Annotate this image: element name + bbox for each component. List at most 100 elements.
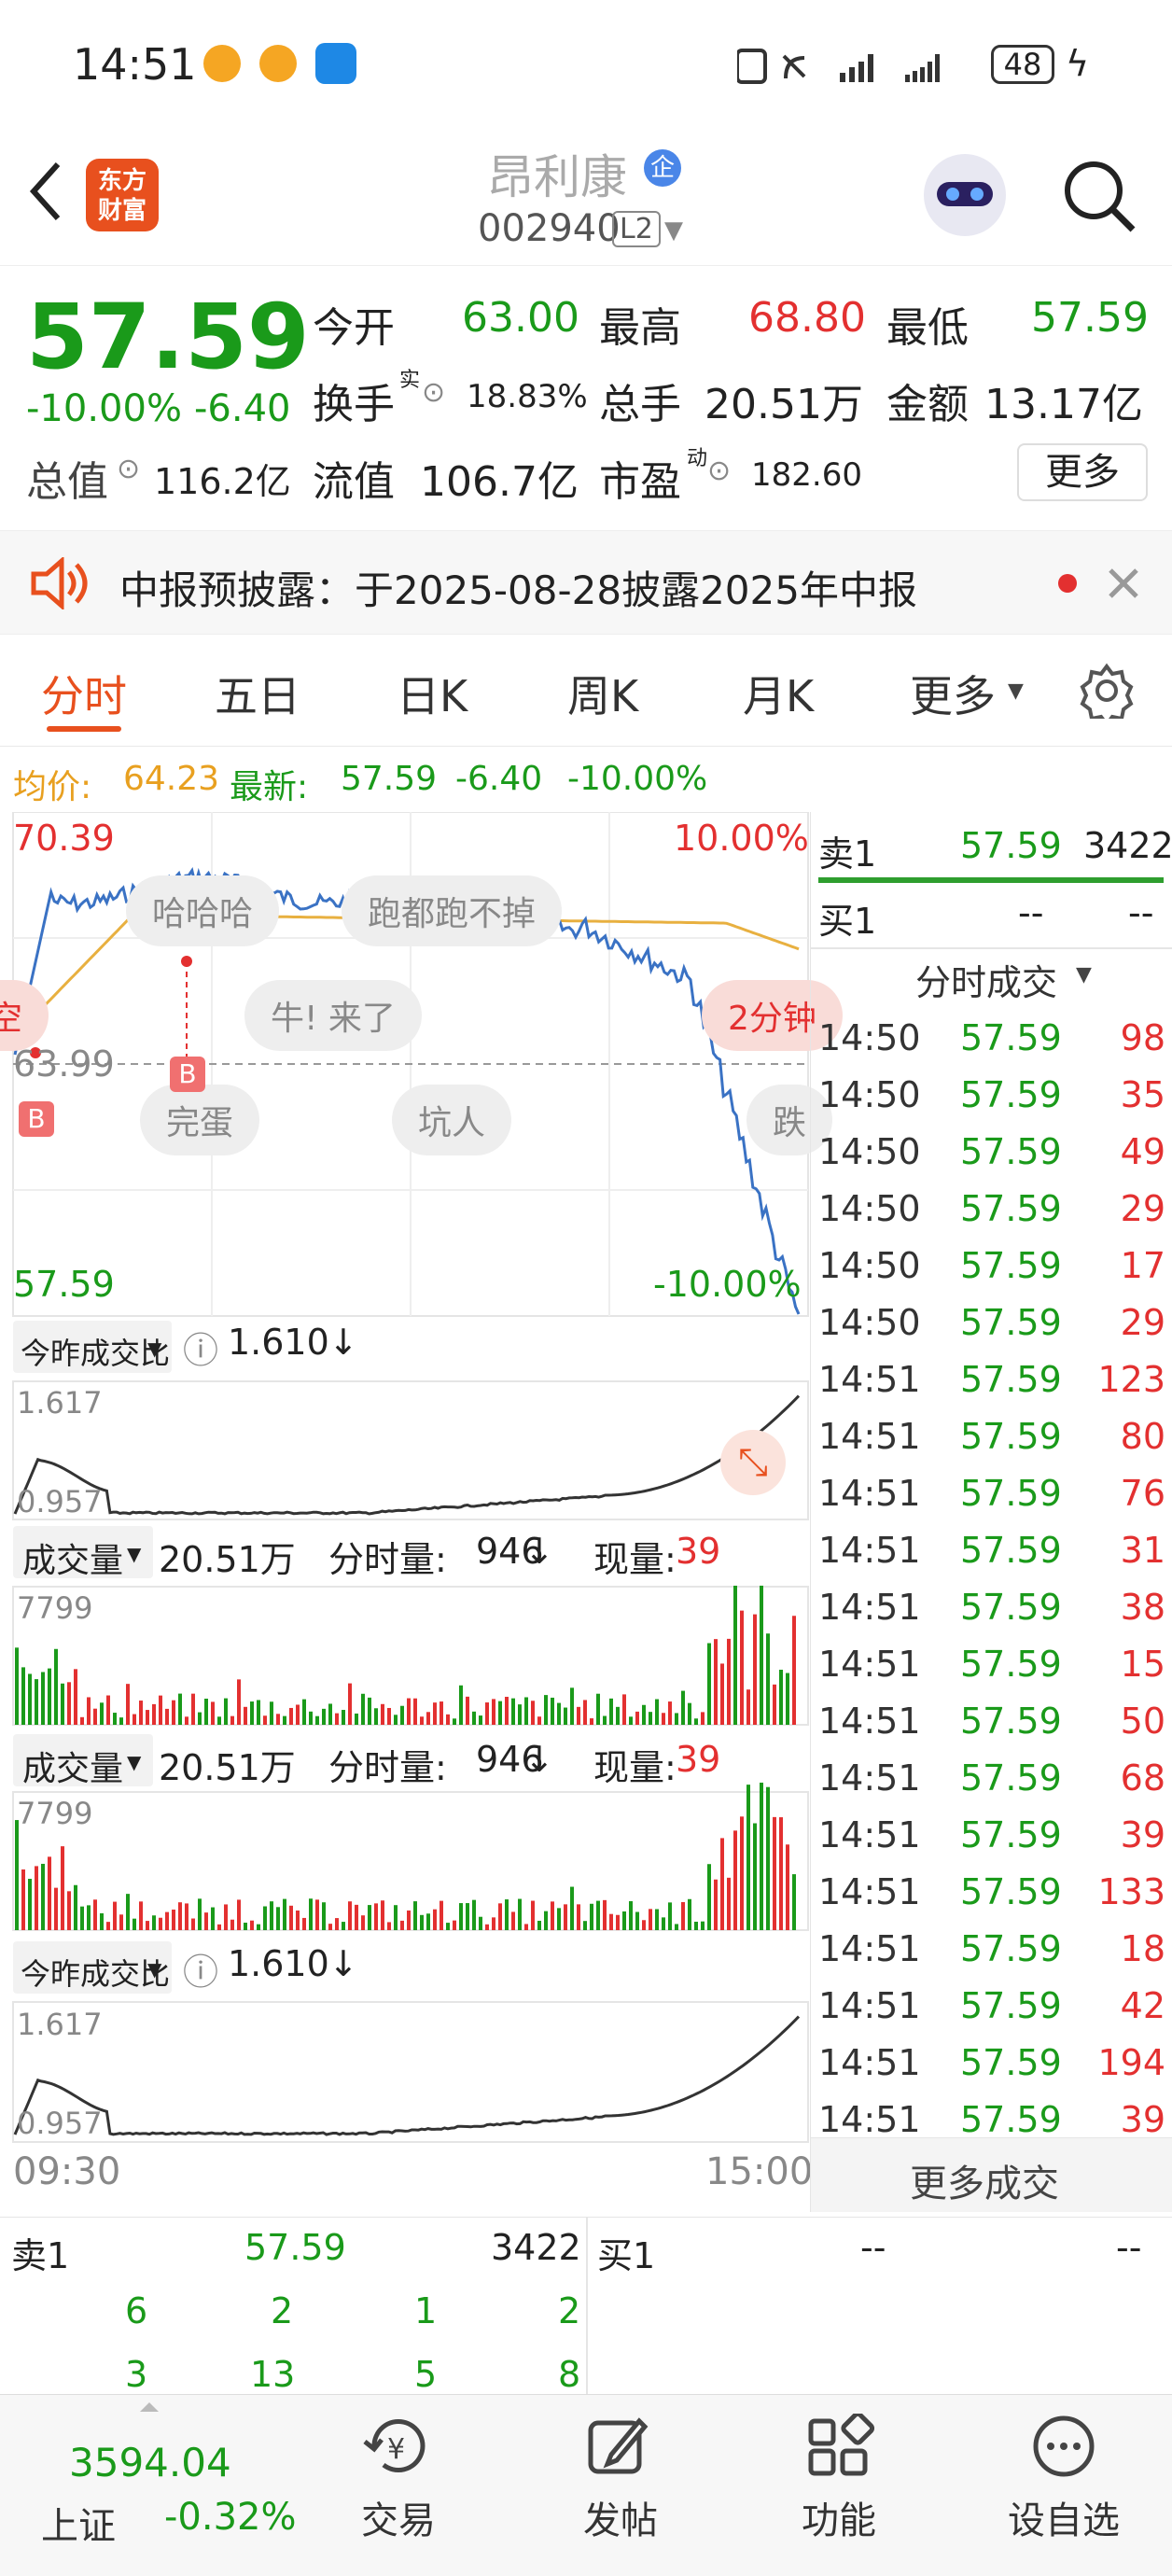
tick-row: 14:50 57.59 49 <box>811 1124 1172 1181</box>
nav-trade[interactable]: ¥ 交易 <box>328 2414 468 2544</box>
turnover-sup: 实 <box>399 369 421 392</box>
tab-more[interactable]: 更多 <box>910 663 996 724</box>
volume-bar <box>662 1917 665 1930</box>
volume-bar <box>198 1712 202 1725</box>
ratio-value: 1.610 <box>228 1943 329 1984</box>
nav-add-watchlist[interactable]: 设自选 <box>989 2414 1138 2544</box>
more-button[interactable]: 更多 <box>1017 443 1148 501</box>
volume-bar <box>270 1701 273 1725</box>
latest-value: 57.59 <box>341 760 438 798</box>
tick-price: 57.59 <box>960 1814 1062 1855</box>
tab-five-day[interactable]: 五日 <box>215 663 300 724</box>
notice-bar[interactable]: 中报预披露：于2025-08-28披露2025年中报 <box>0 530 1172 635</box>
more-ticks-button[interactable]: 更多成交 <box>811 2137 1172 2212</box>
volume-selector[interactable]: 成交量 ▼ <box>13 1734 153 1788</box>
ticks-title[interactable]: 分时成交 <box>915 954 1057 1005</box>
volume-selector[interactable]: 成交量 ▼ <box>13 1526 153 1580</box>
buy-marker[interactable]: B <box>170 1057 205 1092</box>
tick-price: 57.59 <box>960 1074 1062 1115</box>
volume-bar <box>178 1693 182 1725</box>
chevron-down-icon: ▼ <box>127 1543 142 1565</box>
speaker-icon <box>31 557 88 609</box>
volume-bar <box>459 1903 463 1930</box>
volume-bar <box>80 1906 84 1930</box>
ratio-selector[interactable]: 今昨成交比 ▼ <box>13 1321 172 1373</box>
volume-bar <box>387 1707 391 1725</box>
chevron-down-icon[interactable]: ▼ <box>1076 963 1092 987</box>
tab-intraday[interactable]: 分时 <box>41 663 127 724</box>
tick-volume: 31 <box>1120 1530 1165 1571</box>
latest-label: 最新: <box>230 768 309 806</box>
tick-list[interactable]: 14:50 57.59 98 14:50 57.59 35 14:50 57.59 49 14:5… <box>811 1010 1172 2149</box>
search-icon[interactable] <box>1060 157 1138 235</box>
info-icon[interactable]: ⊙ <box>422 376 445 409</box>
volume-bar <box>93 1899 97 1930</box>
intraday-chart[interactable]: 70.39 10.00% 63.99 57.59 -10.00% 哈哈哈 跑都跑… <box>0 812 843 2212</box>
comment-bubble[interactable]: 牛! 来了 <box>244 980 422 1051</box>
volume-bar <box>590 1903 593 1930</box>
volume-bar <box>733 1830 737 1930</box>
volume-bar <box>361 1693 365 1725</box>
tab-monthly-k[interactable]: 月K <box>743 663 814 724</box>
volume-bar <box>760 1782 763 1930</box>
volume-value: 20.51万 <box>705 381 863 428</box>
ratio-min: 0.957 <box>17 1484 103 1519</box>
tick-time: 14:51 <box>818 1814 921 1855</box>
index-ticker[interactable]: 3594.04 上证 -0.32% <box>19 2414 317 2563</box>
volume-bar <box>773 1816 776 1930</box>
volume-bar <box>119 1914 123 1930</box>
chevron-down-icon[interactable]: ▼ <box>664 217 683 245</box>
tick-row: 14:50 57.59 29 <box>811 1181 1172 1238</box>
ratio-min: 0.957 <box>17 2106 103 2141</box>
help-icon[interactable]: ⓘ <box>183 1943 218 1995</box>
volume-bar <box>15 1647 19 1725</box>
ratio-selector[interactable]: 今昨成交比 ▼ <box>13 1941 172 1994</box>
volume-bar <box>551 1901 554 1930</box>
settings-gear-icon[interactable] <box>1079 663 1135 719</box>
robot-assistant-icon[interactable] <box>924 154 1006 236</box>
battery-icon: 48 <box>991 45 1054 84</box>
expand-icon[interactable]: ⤡ <box>720 1430 786 1495</box>
tick-time: 14:50 <box>818 1245 921 1286</box>
volume-bar <box>198 1898 202 1930</box>
volume-bar <box>544 1911 548 1930</box>
tick-volume: 17 <box>1120 1245 1165 1286</box>
back-icon[interactable] <box>26 159 63 224</box>
volume-bar <box>237 1899 241 1930</box>
nav-functions[interactable]: 功能 <box>769 2414 909 2544</box>
tab-weekly-k[interactable]: 周K <box>567 663 638 724</box>
tick-price: 57.59 <box>960 1530 1062 1571</box>
volume-bar <box>609 1698 613 1725</box>
tick-row: 14:51 57.59 80 <box>811 1408 1172 1465</box>
comment-bubble[interactable]: 哈哈哈 <box>126 875 280 946</box>
nav-post[interactable]: 发帖 <box>551 2414 691 2544</box>
volume-bar <box>413 1698 417 1725</box>
axis-price-high: 70.39 <box>13 818 115 859</box>
comment-bubble[interactable]: 坑人 <box>392 1085 512 1155</box>
volume-bar <box>440 1900 443 1930</box>
comment-bubble[interactable]: 完蛋 <box>140 1085 260 1155</box>
volume-bar <box>570 1886 574 1930</box>
volume-bar <box>381 1900 384 1930</box>
grid-apps-icon <box>808 2414 875 2476</box>
chevron-down-icon: ▼ <box>127 1751 142 1773</box>
help-icon[interactable]: ⓘ <box>183 1322 218 1373</box>
volume-bar <box>701 1921 705 1930</box>
close-icon[interactable] <box>1107 567 1140 600</box>
volume-bar <box>740 1610 744 1725</box>
volume-bar <box>289 1905 293 1930</box>
volume-bar <box>466 1903 469 1930</box>
comment-bubble[interactable]: 跑都跑不掉 <box>342 875 563 946</box>
volume-bar <box>342 1710 345 1725</box>
volume-bar <box>603 1715 607 1725</box>
info-icon[interactable]: ⊙ <box>117 453 140 485</box>
info-icon[interactable]: ⊙ <box>707 455 731 487</box>
buy-marker[interactable]: B <box>19 1101 54 1137</box>
tab-daily-k[interactable]: 日K <box>397 663 467 724</box>
sell1-price: 57.59 <box>244 2227 346 2268</box>
volume-bar <box>681 1901 685 1930</box>
stock-name: 昂利康 <box>487 150 627 204</box>
volume-bar <box>100 1912 104 1930</box>
volume-bar <box>472 1711 476 1725</box>
volume-bar <box>466 1696 469 1725</box>
